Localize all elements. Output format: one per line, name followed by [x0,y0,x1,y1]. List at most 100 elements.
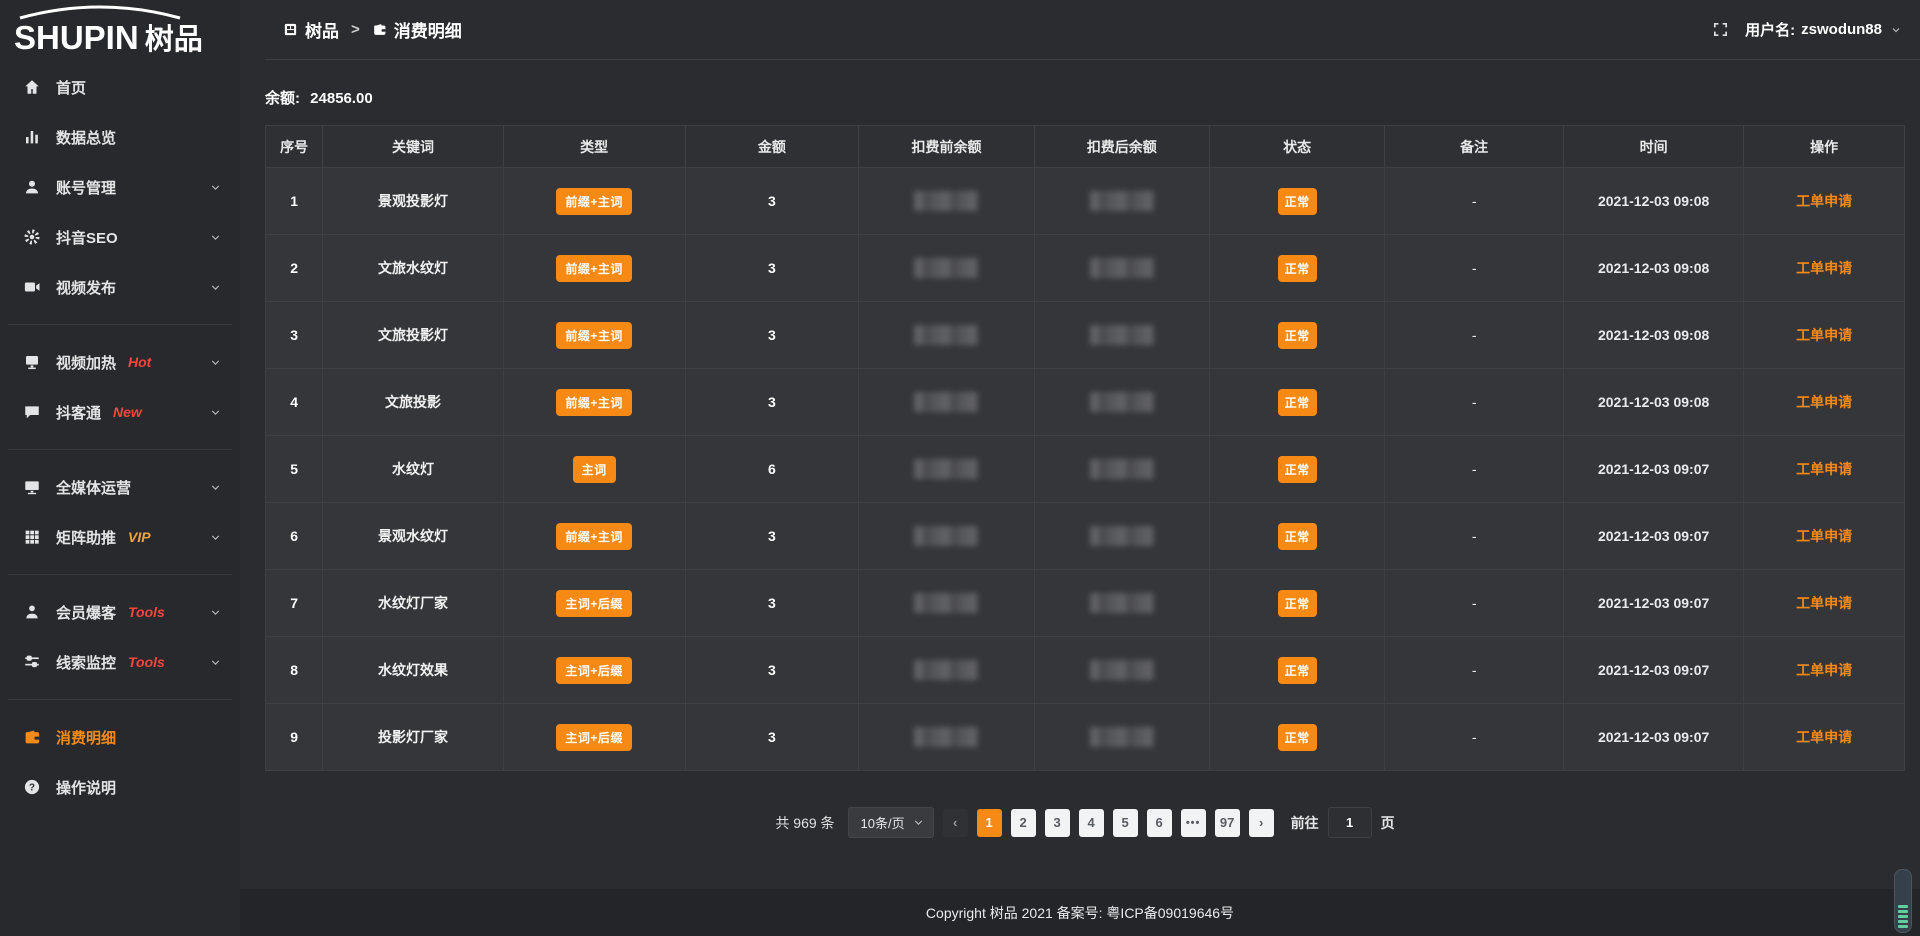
breadcrumb-item-消费明细[interactable]: 消费明细 [372,17,462,42]
censored-balance [914,593,978,613]
work-order-link[interactable]: 工单申请 [1796,260,1852,276]
cell-pre-balance [859,235,1034,302]
sidebar-item-操作说明[interactable]: ?操作说明 [0,762,240,812]
cell-remark: - [1385,235,1564,302]
cell-action: 工单申请 [1744,168,1905,235]
cell-index: 8 [266,637,323,704]
svg-text:?: ? [29,782,35,793]
chevron-down-icon [209,406,222,419]
chevron-down-icon [209,181,222,194]
type-badge: 主词+后缀 [556,657,632,684]
cell-pre-balance [859,570,1034,637]
logo-text-cn: 树品 [145,24,203,56]
page-button-1[interactable]: 1 [977,809,1002,837]
breadcrumb-separator: > [349,21,362,38]
cell-status: 正常 [1210,503,1385,570]
work-order-link[interactable]: 工单申请 [1796,595,1852,611]
cell-action: 工单申请 [1744,436,1905,503]
user-dropdown[interactable]: 用户名: zswodun88 [1745,19,1902,40]
sidebar-item-会员爆客[interactable]: 会员爆客Tools [0,587,240,637]
goto-page-input[interactable]: 1 [1328,807,1372,838]
cell-type: 前缀+主词 [503,302,685,369]
cell-time: 2021-12-03 09:07 [1564,570,1744,637]
work-order-link[interactable]: 工单申请 [1796,193,1852,209]
cell-time: 2021-12-03 09:07 [1564,704,1744,771]
sidebar-divider [8,449,232,450]
cell-status: 正常 [1210,302,1385,369]
page-size-select[interactable]: 10条/页 [848,807,934,838]
sidebar-divider [8,574,232,575]
sidebar-item-账号管理[interactable]: 账号管理 [0,162,240,212]
sidebar-item-抖音SEO[interactable]: 抖音SEO [0,212,240,262]
censored-balance [1090,593,1154,613]
cell-keyword: 景观水纹灯 [323,503,503,570]
work-order-link[interactable]: 工单申请 [1796,394,1852,410]
monitor-icon [22,477,42,497]
censored-balance [1090,325,1154,345]
page-button-3[interactable]: 3 [1045,809,1070,837]
column-header-操作: 操作 [1744,126,1905,168]
cell-keyword: 文旅水纹灯 [323,235,503,302]
chevron-down-icon [209,481,222,494]
cell-keyword: 水纹灯厂家 [323,570,503,637]
work-order-link[interactable]: 工单申请 [1796,461,1852,477]
work-order-link[interactable]: 工单申请 [1796,662,1852,678]
cell-keyword: 水纹灯效果 [323,637,503,704]
sidebar-item-label: 线索监控 [56,652,116,673]
next-page-button[interactable]: › [1249,809,1274,837]
cell-keyword: 投影灯厂家 [323,704,503,771]
sidebar-item-矩阵助推[interactable]: 矩阵助推VIP [0,512,240,562]
sidebar-item-线索监控[interactable]: 线索监控Tools [0,637,240,687]
page-button-2[interactable]: 2 [1011,809,1036,837]
pagination-ellipsis[interactable]: ••• [1181,809,1206,837]
sidebar-item-label: 首页 [56,77,86,98]
cell-time: 2021-12-03 09:07 [1564,503,1744,570]
page-button-97[interactable]: 97 [1215,809,1240,837]
page-button-6[interactable]: 6 [1147,809,1172,837]
table-row: 9投影灯厂家主词+后缀3正常-2021-12-03 09:07工单申请 [266,704,1905,771]
sidebar-item-label: 数据总览 [56,127,116,148]
table-body: 1景观投影灯前缀+主词3正常-2021-12-03 09:08工单申请2文旅水纹… [266,168,1905,771]
cell-type: 主词+后缀 [503,570,685,637]
work-order-link[interactable]: 工单申请 [1796,327,1852,343]
cell-amount: 3 [685,235,859,302]
grid-icon [22,527,42,547]
balance-value: 24856.00 [310,90,373,107]
page-button-5[interactable]: 5 [1113,809,1138,837]
work-order-link[interactable]: 工单申请 [1796,729,1852,745]
censored-balance [914,727,978,747]
prev-page-button[interactable]: ‹ [943,809,968,837]
table-row: 6景观水纹灯前缀+主词3正常-2021-12-03 09:07工单申请 [266,503,1905,570]
fullscreen-icon[interactable] [1712,21,1729,38]
goto-page: 前往1页 [1291,807,1395,838]
cell-action: 工单申请 [1744,235,1905,302]
table-row: 2文旅水纹灯前缀+主词3正常-2021-12-03 09:08工单申请 [266,235,1905,302]
sidebar-item-首页[interactable]: 首页 [0,62,240,112]
cell-time: 2021-12-03 09:08 [1564,168,1744,235]
table-row: 3文旅投影灯前缀+主词3正常-2021-12-03 09:08工单申请 [266,302,1905,369]
type-badge: 主词+后缀 [556,724,632,751]
content: 余额: 24856.00 序号关键词类型金额扣费前余额扣费后余额状态备注时间操作… [240,87,1920,838]
column-header-扣费后余额: 扣费后余额 [1034,126,1209,168]
breadcrumb-item-树品[interactable]: 树品 [283,17,339,42]
sidebar-item-数据总览[interactable]: 数据总览 [0,112,240,162]
work-order-link[interactable]: 工单申请 [1796,528,1852,544]
sidebar-item-视频发布[interactable]: 视频发布 [0,262,240,312]
sidebar-item-label: 消费明细 [56,727,116,748]
cell-pre-balance [859,168,1034,235]
cell-keyword: 文旅投影 [323,369,503,436]
cell-amount: 3 [685,637,859,704]
cell-type: 前缀+主词 [503,235,685,302]
sidebar-item-视频加热[interactable]: 视频加热Hot [0,337,240,387]
sidebar-item-全媒体运营[interactable]: 全媒体运营 [0,462,240,512]
sidebar-badge-Tools: Tools [128,604,165,620]
cell-pre-balance [859,436,1034,503]
breadcrumb: 树品 > 消费明细 [283,17,462,42]
page-button-4[interactable]: 4 [1079,809,1104,837]
sidebar-item-抖客通[interactable]: 抖客通New [0,387,240,437]
sidebar-item-消费明细[interactable]: 消费明细 [0,712,240,762]
floating-extension-widget[interactable] [1894,869,1912,933]
column-header-关键词: 关键词 [323,126,503,168]
status-badge: 正常 [1278,188,1317,215]
cell-action: 工单申请 [1744,302,1905,369]
